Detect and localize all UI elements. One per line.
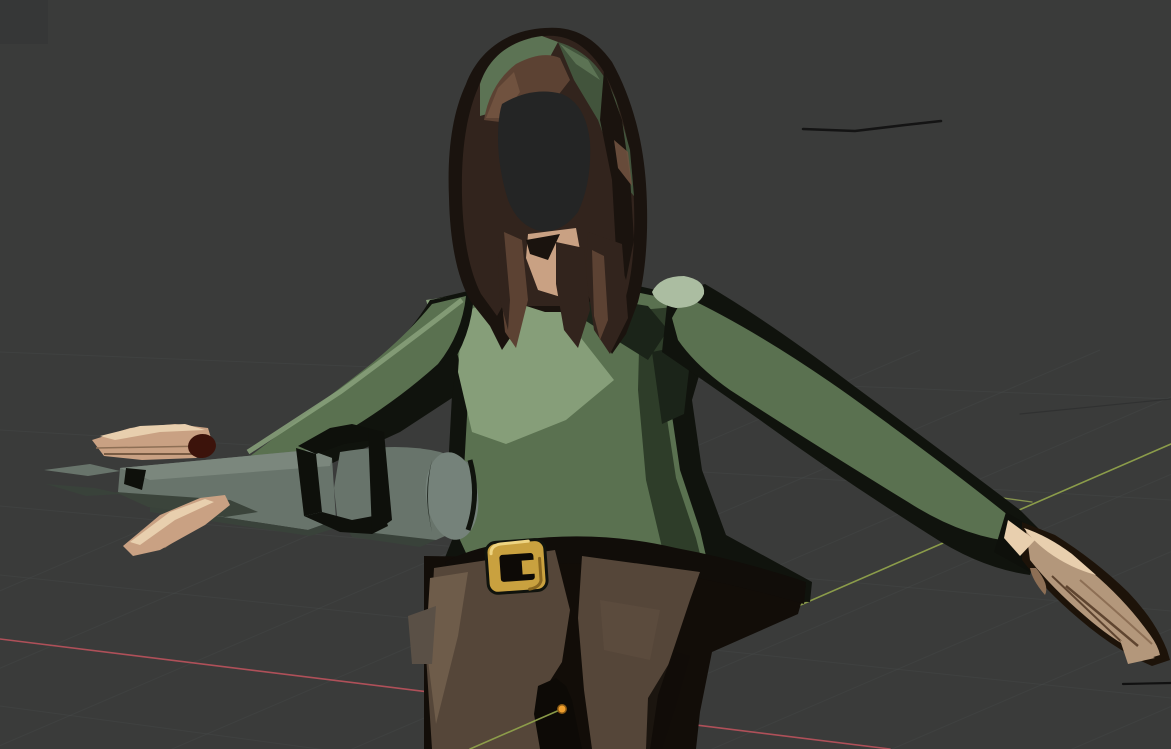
blender-3d-viewport[interactable] — [0, 0, 1171, 749]
stray-stroke-upper — [803, 121, 941, 131]
head[interactable] — [449, 28, 648, 354]
lower-body[interactable] — [408, 536, 806, 749]
right-sleeve — [672, 296, 1018, 542]
character-model[interactable] — [44, 28, 1170, 749]
viewport-canvas[interactable] — [0, 0, 1171, 749]
corner-shade — [0, 0, 48, 44]
buckle-tab — [522, 560, 538, 575]
rifle-strap-right — [368, 428, 392, 534]
stray-stroke-lower — [1123, 683, 1171, 684]
rifle-muzzle-prong — [44, 464, 120, 476]
rifle-muzzle-prong-lower — [46, 484, 122, 496]
pants-right-thigh-sheen — [600, 600, 660, 660]
belt-buckle — [485, 539, 547, 594]
pants-hip-facet — [408, 606, 436, 664]
object-origin-dot[interactable] — [558, 705, 566, 713]
